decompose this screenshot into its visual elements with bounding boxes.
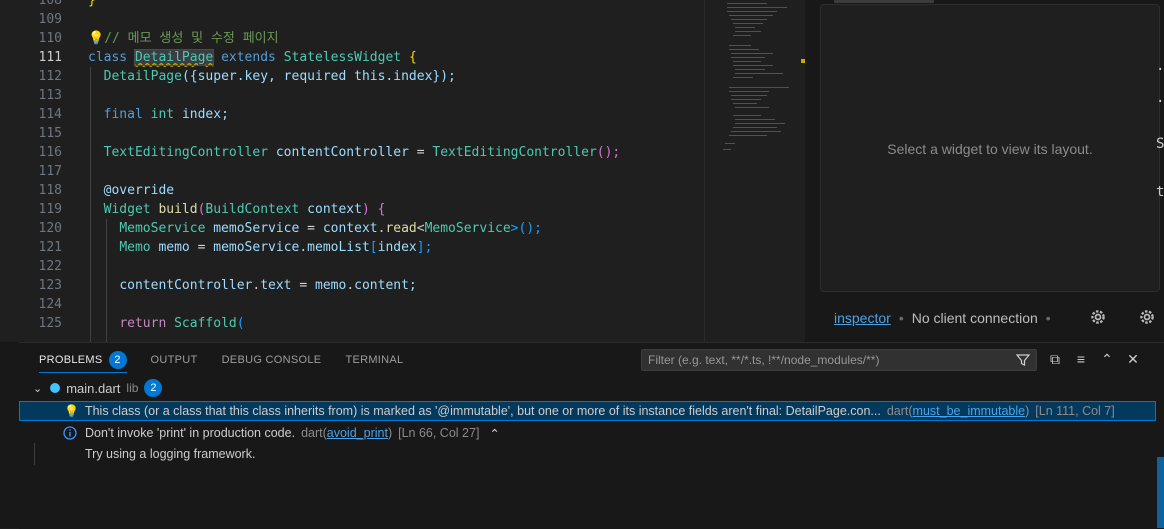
problem-item-warning[interactable]: 💡 This class (or a class that this class…	[19, 401, 1156, 421]
chevron-down-icon[interactable]: ⌄	[33, 382, 42, 395]
edge-text: .	[1156, 90, 1164, 106]
lightbulb-icon[interactable]: 💡	[88, 31, 104, 46]
file-name: main.dart	[66, 380, 121, 396]
problem-location: [Ln 111, Col 7]	[1035, 404, 1115, 418]
problems-count-badge: 2	[108, 351, 127, 369]
file-path: lib	[126, 381, 139, 395]
info-icon	[63, 426, 77, 440]
panel-tabs: PROBLEMS 2 OUTPUT DEBUG CONSOLE TERMINAL	[39, 343, 427, 377]
line-number: 125	[38, 316, 62, 331]
problem-item-info[interactable]: Don't invoke 'print' in production code.…	[63, 423, 500, 443]
view-as-list-icon[interactable]: ≡	[1073, 351, 1089, 367]
layout-explorer: Select a widget to view its layout.	[820, 4, 1160, 292]
inspector-tab-indicator	[834, 0, 934, 3]
edge-text: t	[1156, 184, 1164, 200]
panel-scrollbar[interactable]	[1157, 457, 1164, 528]
code-line-116: TextEditingController contentController …	[103, 145, 621, 160]
lightbulb-icon[interactable]: 💡	[64, 404, 79, 418]
filter-icon[interactable]	[1016, 353, 1030, 367]
code-line-120: MemoService memoService = context.read<M…	[119, 221, 542, 236]
inspector-link[interactable]: inspector	[834, 310, 891, 326]
problem-message: This class (or a class that this class i…	[84, 404, 881, 418]
connection-status: No client connection	[911, 310, 1038, 326]
code-editor[interactable]: 108 109 110 111 112 113 114 115 116 117 …	[0, 0, 805, 342]
collapse-all-icon[interactable]: ⧉	[1047, 351, 1063, 367]
line-number: 124	[38, 297, 62, 312]
code-line-114: final int index;	[103, 107, 229, 122]
minimap[interactable]	[704, 0, 805, 342]
line-number: 115	[38, 126, 62, 141]
inspector-status-row: inspector • No client connection •	[834, 310, 1051, 326]
line-number: 122	[38, 259, 62, 274]
maximize-panel-icon[interactable]: ⌃	[1099, 351, 1115, 367]
problem-file-group[interactable]: ⌄ main.dart lib 2	[33, 378, 163, 398]
code-line-123: contentController.text = memo.content;	[119, 278, 417, 293]
problems-filter-input[interactable]: Filter (e.g. text, **/*.ts, !**/node_mod…	[641, 349, 1037, 371]
line-number: 109	[38, 12, 62, 27]
file-problem-count: 2	[144, 379, 163, 397]
bottom-panel: PROBLEMS 2 OUTPUT DEBUG CONSOLE TERMINAL …	[19, 342, 1164, 529]
line-number: 120	[38, 221, 62, 236]
rule-link[interactable]: avoid_print	[327, 426, 388, 440]
line-number: 117	[38, 164, 62, 179]
gear-icon[interactable]	[1089, 308, 1107, 326]
line-number: 121	[38, 240, 62, 255]
line-number-active: 111	[38, 50, 62, 65]
tab-terminal[interactable]: TERMINAL	[345, 343, 403, 377]
chevron-up-icon[interactable]: ⌃	[489, 426, 499, 441]
rule-link[interactable]: must_be_immutable	[913, 404, 1026, 418]
line-number: 113	[38, 88, 62, 103]
code-line-121: Memo memo = memoService.memoList[index];	[119, 240, 433, 255]
code-line-111: class DetailPage extends StatelessWidget…	[88, 49, 417, 66]
problem-location: [Ln 66, Col 27]	[398, 426, 480, 440]
line-number: 112	[38, 69, 62, 84]
problem-hint: Try using a logging framework.	[85, 447, 256, 461]
code-line-110: 💡// 메모 생성 및 수정 페이지	[88, 31, 279, 46]
code-line-108: }	[88, 0, 96, 8]
code-line-119: Widget build(BuildContext context) {	[103, 202, 386, 217]
line-number: 110	[38, 31, 62, 46]
code-lines[interactable]: } 💡// 메모 생성 및 수정 페이지 class DetailPage ex…	[88, 0, 708, 342]
tab-debug-console[interactable]: DEBUG CONSOLE	[222, 343, 322, 377]
problem-message: Don't invoke 'print' in production code.	[85, 426, 296, 440]
code-line-112: DetailPage({super.key, required this.ind…	[103, 69, 456, 84]
gear-icon[interactable]	[1138, 308, 1156, 326]
line-number-gutter: 108 109 110 111 112 113 114 115 116 117 …	[0, 0, 72, 342]
dart-file-icon	[50, 383, 61, 393]
code-line-125: return Scaffold(	[119, 316, 245, 331]
code-line-118: @override	[103, 183, 175, 198]
line-number: 123	[38, 278, 62, 293]
widget-inspector-panel: Select a widget to view its layout. insp…	[805, 0, 1164, 342]
line-number: 119	[38, 202, 62, 217]
layout-placeholder: Select a widget to view its layout.	[887, 141, 1093, 157]
line-number: 114	[38, 107, 62, 122]
tab-output[interactable]: OUTPUT	[151, 343, 198, 377]
edge-text: .	[1156, 58, 1164, 74]
edge-text: S	[1156, 136, 1164, 152]
line-number: 108	[38, 0, 62, 8]
line-number: 116	[38, 145, 62, 160]
close-icon[interactable]: ✕	[1125, 351, 1141, 367]
tab-problems[interactable]: PROBLEMS 2	[39, 343, 127, 377]
line-number: 118	[38, 183, 62, 198]
